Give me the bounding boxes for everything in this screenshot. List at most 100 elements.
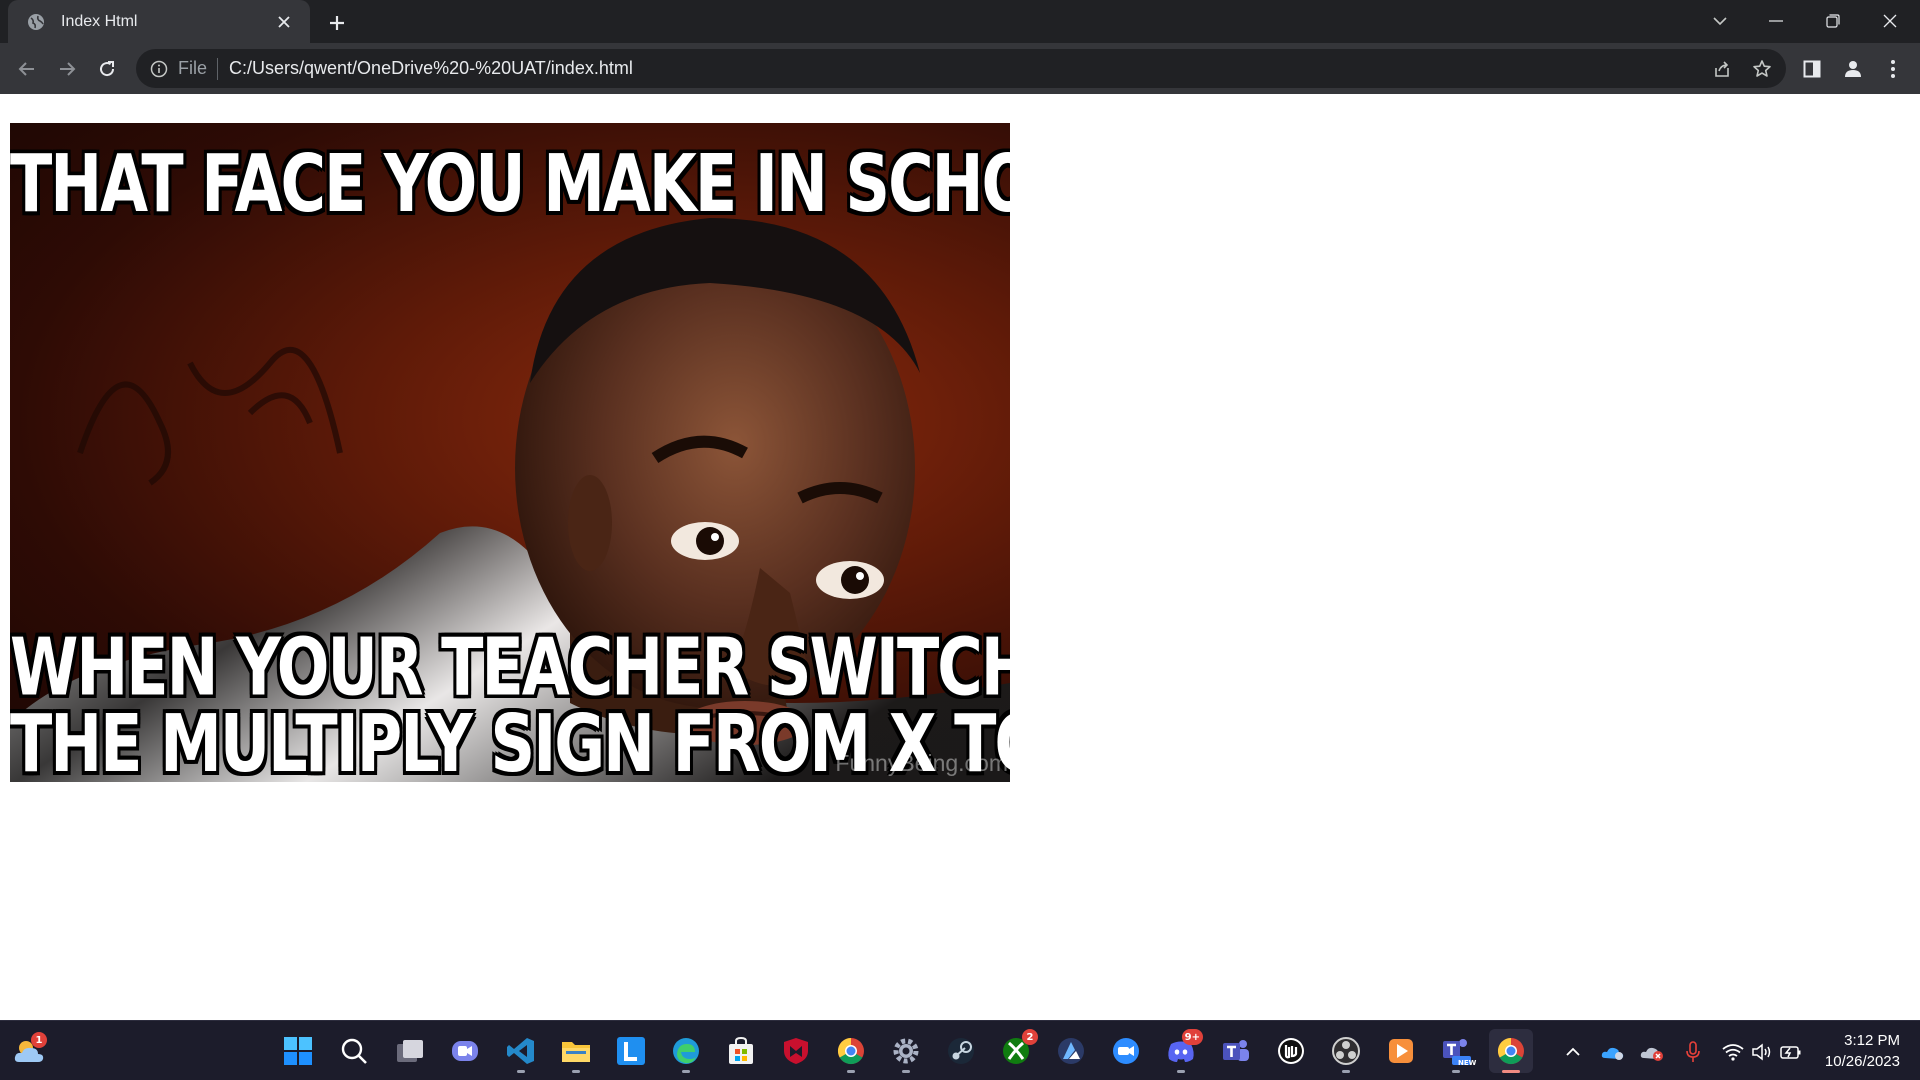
chrome-icon (837, 1037, 864, 1065)
edge-app[interactable] (664, 1029, 708, 1073)
microphone-icon[interactable] (1680, 1039, 1706, 1065)
search-button[interactable] (332, 1029, 376, 1073)
start-button[interactable] (276, 1029, 320, 1073)
gear-icon (893, 1038, 919, 1064)
tab-search-button[interactable] (1700, 4, 1740, 38)
discord-app[interactable]: 9+ (1159, 1029, 1203, 1073)
browser-tabstrip: Index Html (0, 0, 1920, 43)
teams-chat-app[interactable] (443, 1029, 487, 1073)
meme-image: THAT FACE YOU MAKE IN SCHOOL WHEN YOUR T… (10, 123, 1010, 782)
forward-button[interactable] (50, 52, 84, 86)
arrow-right-icon (60, 62, 76, 76)
back-button[interactable] (10, 52, 44, 86)
chrome-icon (1497, 1037, 1524, 1065)
steam-icon (948, 1038, 974, 1064)
windows-taskbar: 1 2 9+ NEW 3:12 PM 10/26/2023 (0, 1020, 1920, 1080)
meme-watermark: FunnyBeing.com (835, 750, 1008, 776)
meme-bottom-caption-line-1: WHEN YOUR TEACHER SWITCHES (10, 620, 1010, 714)
chrome-app[interactable] (829, 1029, 873, 1073)
minimize-button[interactable] (1756, 4, 1796, 38)
weather-widget[interactable]: 1 (8, 1029, 52, 1073)
kebab-menu-icon (1891, 60, 1895, 78)
browser-toolbar: File C:/Users/qwent/OneDrive%20-%20UAT/i… (0, 43, 1920, 94)
onedrive-error-icon[interactable] (1639, 1039, 1665, 1065)
microsoft-store-app[interactable] (719, 1029, 763, 1073)
wifi-icon[interactable] (1720, 1039, 1746, 1065)
zoom-icon (1113, 1038, 1139, 1064)
onedrive-tray-icon[interactable] (1600, 1039, 1626, 1065)
running-indicator (682, 1070, 690, 1073)
address-bar[interactable]: File C:/Users/qwent/OneDrive%20-%20UAT/i… (136, 49, 1786, 88)
scheme-label: File (178, 58, 208, 78)
restore-icon (1826, 14, 1840, 28)
vscode-app[interactable] (499, 1029, 543, 1073)
vscode-icon (507, 1038, 534, 1064)
xbox-app[interactable]: 2 (994, 1029, 1038, 1073)
task-view-button[interactable] (388, 1029, 432, 1073)
battery-icon[interactable] (1778, 1039, 1804, 1065)
running-indicator (1342, 1070, 1350, 1073)
system-clock[interactable]: 3:12 PM 10/26/2023 (1825, 1030, 1900, 1072)
windows-logo-icon (284, 1037, 312, 1065)
running-indicator (1452, 1070, 1460, 1073)
steam-app[interactable] (939, 1029, 983, 1073)
minimize-icon (1769, 20, 1783, 22)
mcafee-app[interactable] (774, 1029, 818, 1073)
menu-button[interactable] (1880, 56, 1906, 82)
teams-app[interactable] (1214, 1029, 1258, 1073)
new-tab-button[interactable] (322, 8, 352, 38)
azure-app[interactable] (1049, 1029, 1093, 1073)
settings-app[interactable] (884, 1029, 928, 1073)
info-icon[interactable] (148, 58, 170, 80)
close-tab-icon[interactable] (272, 10, 296, 34)
l-app[interactable] (609, 1029, 653, 1073)
running-indicator (847, 1070, 855, 1073)
profile-button[interactable] (1840, 56, 1866, 82)
url-text[interactable]: C:/Users/qwent/OneDrive%20-%20UAT/index.… (229, 58, 633, 79)
active-indicator (1502, 1070, 1520, 1073)
reload-icon (100, 61, 115, 77)
teams-new-label: NEW (1458, 1059, 1477, 1067)
bookmark-star-icon[interactable] (1750, 57, 1774, 81)
reload-button[interactable] (90, 52, 124, 86)
volume-icon[interactable] (1749, 1039, 1775, 1065)
discord-badge: 9+ (1181, 1029, 1203, 1045)
media-player-app[interactable] (1379, 1029, 1423, 1073)
chat-camera-icon (452, 1041, 478, 1061)
chrome-app-active[interactable] (1489, 1029, 1533, 1073)
clock-date: 10/26/2023 (1824, 1053, 1900, 1070)
obs-app[interactable] (1324, 1029, 1368, 1073)
store-icon (729, 1036, 753, 1064)
letter-l-app-icon (617, 1037, 645, 1065)
globe-icon (26, 12, 45, 31)
running-indicator (902, 1070, 910, 1073)
running-indicator (572, 1070, 580, 1073)
page-viewport: THAT FACE YOU MAKE IN SCHOOL WHEN YOUR T… (0, 94, 1920, 1020)
task-view-icon (397, 1040, 423, 1062)
side-panel-button[interactable] (1799, 56, 1825, 82)
show-hidden-icons-button[interactable] (1560, 1039, 1586, 1065)
unreal-engine-icon (1278, 1038, 1304, 1064)
restore-button[interactable] (1813, 4, 1853, 38)
teams-icon (1223, 1040, 1249, 1061)
tab-index-html[interactable]: Index Html (8, 0, 310, 43)
play-icon (1389, 1039, 1413, 1063)
xbox-badge: 2 (1022, 1029, 1038, 1045)
zoom-app[interactable] (1104, 1029, 1148, 1073)
file-explorer-app[interactable] (554, 1029, 598, 1073)
search-icon (341, 1038, 367, 1064)
running-indicator (1177, 1070, 1185, 1073)
meme-top-caption: THAT FACE YOU MAKE IN SCHOOL (10, 137, 1010, 231)
tab-title: Index Html (61, 12, 138, 30)
plus-icon (330, 16, 344, 30)
unreal-engine-app[interactable] (1269, 1029, 1313, 1073)
share-icon[interactable] (1710, 57, 1734, 81)
side-panel-icon (1803, 60, 1821, 78)
chevron-down-icon (1713, 17, 1727, 26)
obs-icon (1332, 1037, 1360, 1065)
shield-icon (784, 1038, 808, 1064)
teams-new-app[interactable]: NEW (1434, 1029, 1478, 1073)
arrow-left-icon (18, 62, 34, 76)
folder-icon (562, 1042, 590, 1062)
close-window-button[interactable] (1870, 4, 1910, 38)
